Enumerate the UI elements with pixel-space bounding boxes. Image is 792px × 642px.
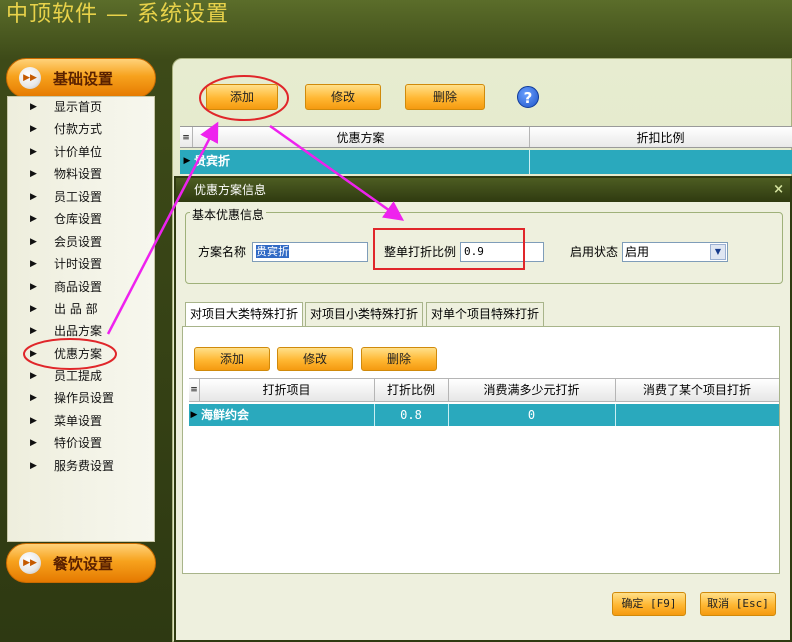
triangle-icon: ▶ [30,192,37,202]
total-discount-input[interactable]: 0.9 [460,242,544,262]
plan-name-value: 贵宾折 [256,245,289,258]
dialog-title: 优惠方案信息 [176,178,790,202]
triangle-icon: ▶ [30,461,37,471]
triangle-icon: ▶ [30,438,37,448]
row-indicator-icon: ≡ [190,385,198,395]
add-button[interactable]: 添加 [206,84,278,110]
cancel-button[interactable]: 取消 [Esc] [700,592,776,616]
triangle-icon: ▶ [30,326,37,336]
column-header[interactable]: 优惠方案 [192,127,529,147]
edit-button[interactable]: 修改 [305,84,381,110]
total-discount-label: 整单打折比例 [384,245,457,259]
current-row-icon: ▶ [190,410,198,420]
plan-name-input[interactable]: 贵宾折 [252,242,368,262]
chevron-down-icon: ▼ [710,244,726,260]
tab-subcategory-discount[interactable]: 对项目小类特殊打折 [305,302,424,326]
triangle-icon: ▶ [30,282,37,292]
sub-delete-button[interactable]: 删除 [361,347,437,371]
triangle-icon: ▶ [30,371,37,381]
triangle-icon: ▶ [30,416,37,426]
tab-category-discount[interactable]: 对项目大类特殊打折 [185,302,304,327]
group-title: 基本优惠信息 [190,206,267,223]
discount-item-cell: 海鲜约会 [201,408,250,422]
current-row-icon: ▶ [183,156,191,166]
nav-section-label: 餐饮设置 [53,554,114,573]
min-spend-cell: 0 [527,408,536,422]
status-label: 启用状态 [570,245,619,259]
table-row[interactable]: ▶ 海鲜约会 0.8 0 [189,404,779,426]
row-indicator-icon: ≡ [182,133,190,143]
discount-grid-header: ≡ 优惠方案 折扣比例 [180,126,792,148]
nav-section-base-settings[interactable]: ▶▶ 基础设置 [6,58,156,98]
triangle-icon: ▶ [30,393,37,403]
triangle-icon: ▶ [30,259,37,269]
nav-section-label: 基础设置 [53,69,114,88]
ok-button[interactable]: 确定 [F9] [612,592,686,616]
trigger-item-cell [615,404,779,426]
sub-grid-header: ≡ 打折项目 打折比例 消费满多少元打折 消费了某个项目打折 [189,378,779,402]
close-icon[interactable]: × [773,178,784,202]
expand-icon: ▶▶ [19,67,41,89]
tab-panel: 添加 修改 删除 ≡ 打折项目 打折比例 消费满多少元打折 消费了某个项目打折 … [182,326,780,574]
nav-section-food-settings[interactable]: ▶▶ 餐饮设置 [6,543,156,583]
discount-name-cell: 贵宾折 [194,154,231,168]
sub-edit-button[interactable]: 修改 [277,347,353,371]
delete-button[interactable]: 删除 [405,84,485,110]
triangle-icon: ▶ [30,169,37,179]
triangle-icon: ▶ [30,124,37,134]
column-header[interactable]: 打折比例 [374,379,448,401]
discount-ratio-cell: 0.8 [400,408,422,422]
help-icon[interactable]: ? [517,86,539,108]
expand-icon: ▶▶ [19,552,41,574]
triangle-icon: ▶ [30,214,37,224]
column-header[interactable]: 消费了某个项目打折 [615,379,779,401]
table-row[interactable]: ▶ 贵宾折 [180,150,792,174]
triangle-icon: ▶ [30,147,37,157]
triangle-icon: ▶ [30,349,37,359]
column-header[interactable]: 打折项目 [199,379,374,401]
triangle-icon: ▶ [30,237,37,247]
status-select[interactable]: 启用 ▼ [622,242,728,262]
column-header[interactable]: 折扣比例 [529,127,792,147]
discount-plan-dialog: 优惠方案信息 × 基本优惠信息 方案名称 贵宾折 整单打折比例 0.9 启用状态… [174,176,792,642]
tab-item-discount[interactable]: 对单个项目特殊打折 [426,302,545,326]
plan-name-label: 方案名称 [198,245,247,259]
triangle-icon: ▶ [30,304,37,314]
column-header[interactable]: 消费满多少元打折 [448,379,615,401]
sub-add-button[interactable]: 添加 [194,347,270,371]
status-value: 启用 [625,245,650,259]
triangle-icon: ▶ [30,102,37,112]
app-title: 中顶软件 — 系统设置 [6,2,229,27]
